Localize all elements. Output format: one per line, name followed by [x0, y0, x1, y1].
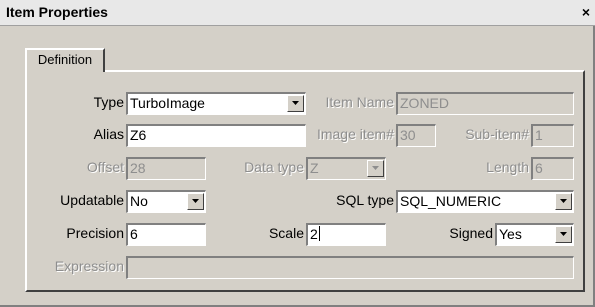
precision-field[interactable]: 6: [126, 223, 206, 246]
expression-field: [126, 256, 574, 279]
image-item-label: Image item#: [316, 126, 394, 142]
image-item-field: 30: [396, 124, 436, 147]
text-caret: [318, 226, 320, 241]
type-select[interactable]: TurboImage: [126, 92, 306, 115]
type-value: TurboImage: [130, 95, 205, 111]
title-bar: Item Properties ×: [0, 0, 595, 26]
data-type-value: Z: [310, 160, 319, 176]
dialog-title: Item Properties: [6, 4, 108, 20]
signed-value: Yes: [499, 226, 522, 242]
chevron-down-icon[interactable]: [187, 193, 204, 210]
alias-field[interactable]: Z6: [126, 124, 306, 147]
sub-item-label: Sub-item#: [465, 126, 529, 142]
scale-label: Scale: [268, 225, 304, 241]
tab-definition[interactable]: Definition: [25, 48, 105, 72]
chevron-down-icon[interactable]: [555, 226, 572, 243]
item-name-label: Item Name: [325, 94, 394, 110]
scale-value: 2: [310, 226, 318, 242]
chevron-down-icon[interactable]: [555, 193, 572, 210]
updatable-select[interactable]: No: [126, 190, 206, 213]
chevron-down-icon: [367, 160, 384, 177]
definition-panel: Type TurboImage Item Name ZONED Alias Z6…: [25, 70, 585, 292]
signed-label: Signed: [449, 225, 493, 241]
expression-label: Expression: [54, 258, 124, 274]
sql-type-value: SQL_NUMERIC: [400, 193, 502, 209]
chevron-down-icon[interactable]: [287, 95, 304, 112]
item-name-field: ZONED: [396, 92, 574, 115]
offset-label: Offset: [86, 159, 124, 175]
data-type-label: Data type: [244, 159, 304, 175]
sql-type-label: SQL type: [336, 192, 394, 208]
signed-select[interactable]: Yes: [495, 223, 574, 246]
type-label: Type: [93, 94, 124, 110]
sql-type-select[interactable]: SQL_NUMERIC: [396, 190, 574, 213]
close-icon[interactable]: ×: [579, 4, 593, 20]
updatable-value: No: [130, 193, 148, 209]
data-type-select: Z: [306, 157, 386, 180]
scale-field[interactable]: 2: [306, 223, 386, 246]
sub-item-field: 1: [531, 124, 574, 147]
length-label: Length: [486, 159, 529, 175]
alias-label: Alias: [93, 126, 124, 142]
updatable-label: Updatable: [60, 192, 124, 208]
precision-label: Precision: [66, 225, 124, 241]
length-field: 6: [531, 157, 574, 180]
item-properties-dialog: Item Properties × Definition Type TurboI…: [0, 0, 595, 307]
offset-field: 28: [126, 157, 206, 180]
